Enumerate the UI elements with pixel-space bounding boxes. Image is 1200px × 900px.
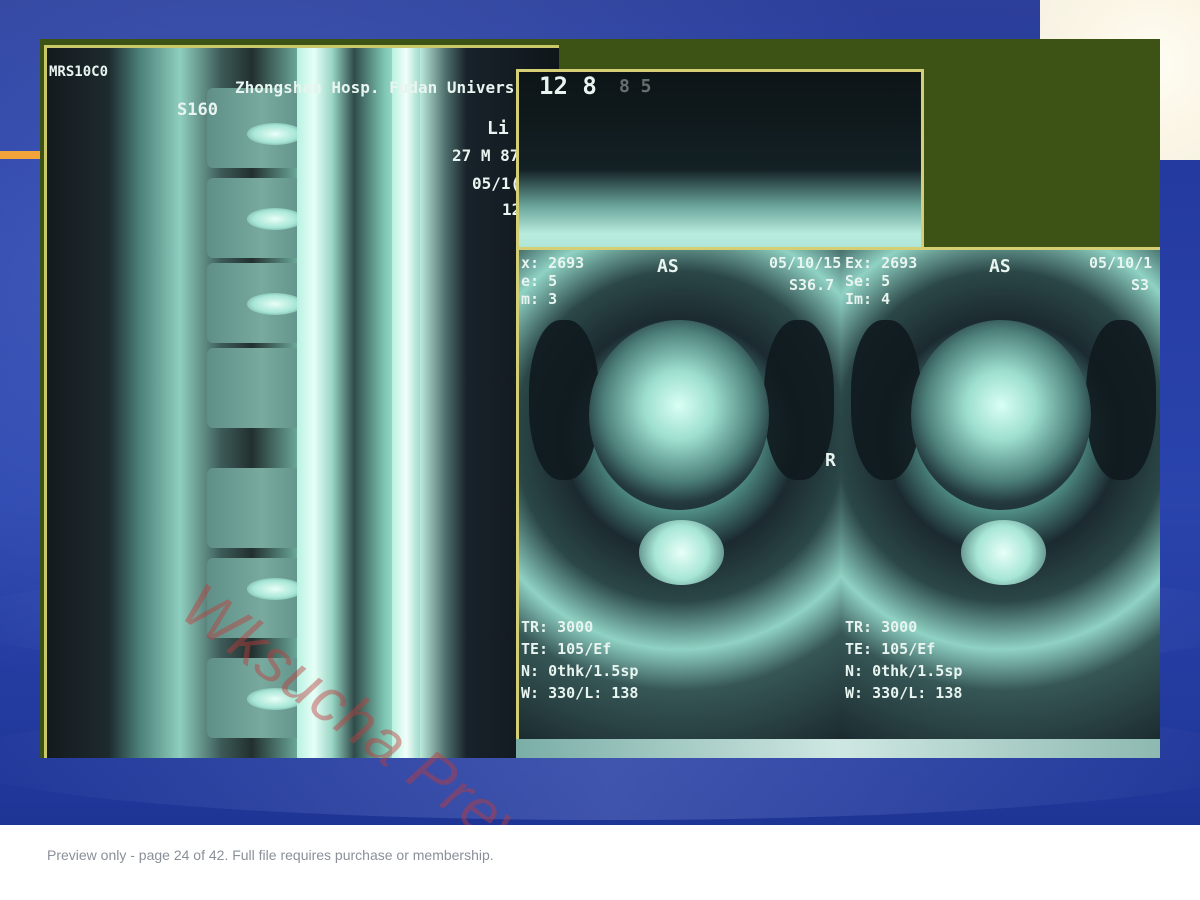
muscle-region [851,320,921,480]
scan-date: 05/1( [472,174,521,193]
muscle-region [529,320,599,480]
patient-name: Li [487,118,509,139]
series-label: MRS10C0 [49,64,109,80]
axial-mri-image: x: 2693 e: 5 m: 3 AS 05/10/15 S36.7 R TR… [516,247,1160,743]
spinal-canal-axial [639,520,724,585]
muscle-region [1086,320,1156,480]
intervertebral-disc [247,208,303,230]
scan-date: 05/10/1 [1089,254,1153,272]
te-label: TE: 105/Ef [845,640,936,658]
vertebral-body [911,320,1091,510]
slice-position: S36.7 [789,276,835,294]
se-label: Se: 5 [845,272,891,290]
thickness-label: N: 0thk/1.5sp [521,662,639,680]
window-label: W: 330/L: 138 [845,684,963,702]
posterior-structure [392,48,420,758]
se-label: e: 5 [521,272,558,290]
slide-background: MRS10C0 S160 Zhongshan Hosp. Fudan Unive… [0,0,1200,825]
accent-bar [0,151,42,159]
axial-slice-right: Ex: 2693 Se: 5 Im: 4 AS 05/10/1 S3 TR: 3… [841,250,1160,740]
im-label: Im: 4 [845,290,891,308]
axial-slice-left: x: 2693 e: 5 m: 3 AS 05/10/15 S36.7 R TR… [519,250,841,740]
intervertebral-disc [247,578,303,600]
footer-bar: Preview only - page 24 of 42. Full file … [0,825,1200,900]
slice-label: S160 [177,100,218,120]
axial-top-extra: 8 5 [619,76,652,97]
tr-label: TR: 3000 [521,618,594,636]
hospital-label: Zhongshan Hosp. Fudan Univers [235,78,515,97]
orientation-label: AS [657,256,679,277]
intervertebral-disc [247,293,303,315]
patient-info: 27 M 87 [452,146,520,165]
vertebral-body [589,320,769,510]
intervertebral-disc [247,123,303,145]
footer-notice: Preview only - page 24 of 42. Full file … [47,847,494,863]
thickness-label: N: 0thk/1.5sp [845,662,963,680]
slice-position: S3 [1131,276,1150,294]
scan-date: 05/10/15 [769,254,842,272]
im-label: m: 3 [521,290,558,308]
ex-label: Ex: 2693 [845,254,918,272]
te-label: TE: 105/Ef [521,640,612,658]
film-edge [516,739,1160,758]
window-label: W: 330/L: 138 [521,684,639,702]
axial-top-label: 12 8 [539,72,597,100]
muscle-region [764,320,834,480]
side-marker: R [825,450,836,471]
tr-label: TR: 3000 [845,618,918,636]
ex-label: x: 2693 [521,254,585,272]
orientation-label: AS [989,256,1011,277]
spinal-canal-axial [961,520,1046,585]
